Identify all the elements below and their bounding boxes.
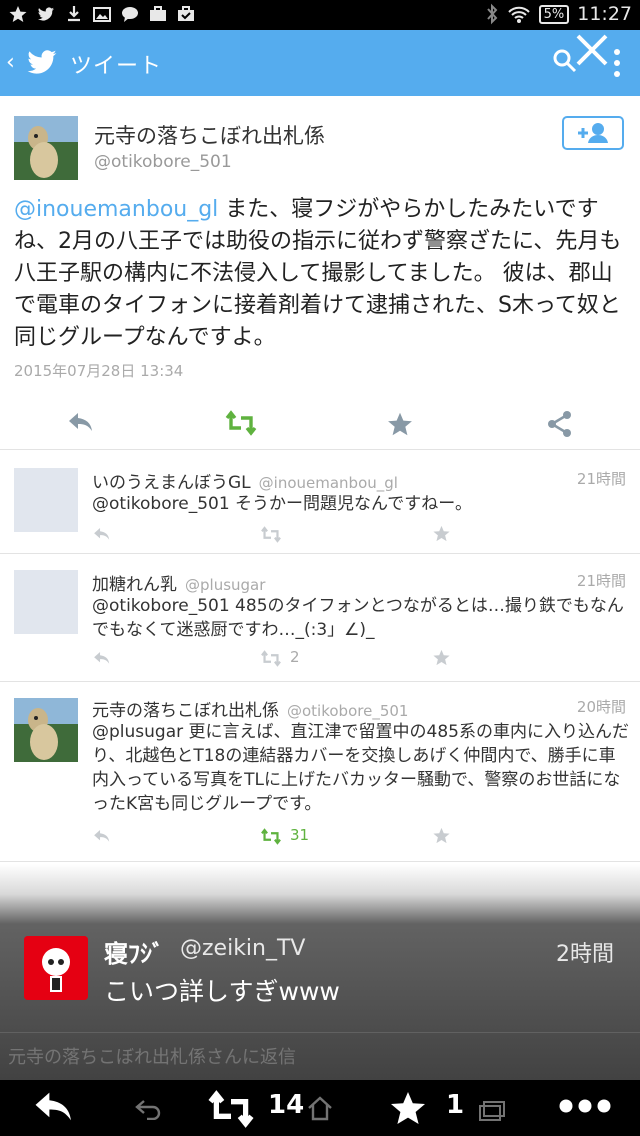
favorite-count: 1 <box>446 1090 465 1120</box>
author-name[interactable]: 元寺の落ちこぼれ出札係 <box>94 120 325 150</box>
chat-icon <box>122 7 138 22</box>
reply-input[interactable]: 元寺の落ちこぼれ出札係さんに返信 <box>0 1032 640 1080</box>
retweet-icon[interactable] <box>260 828 282 845</box>
retweet-icon[interactable] <box>204 1090 258 1128</box>
tweet-timestamp: 2015年07月28日 13:34 <box>14 362 184 380</box>
notification-text: こいつ詳しすぎwww <box>104 977 340 1006</box>
notification-avatar <box>24 936 88 1000</box>
author-handle[interactable]: @otikobore_501 <box>94 152 232 172</box>
retweet-icon[interactable] <box>260 526 282 543</box>
reply-author-name[interactable]: 元寺の落ちこぼれ出札係 <box>92 701 279 721</box>
briefcase-check-icon <box>178 6 194 21</box>
avatar[interactable] <box>14 468 78 532</box>
follow-button[interactable] <box>562 116 624 150</box>
retweet-icon[interactable] <box>260 650 282 667</box>
app-bar: ‹ ツイート <box>0 30 640 96</box>
notification-time: 2時間 <box>556 942 614 967</box>
reply-author-handle[interactable]: @inouemanbou_gl <box>259 474 398 492</box>
reply-text: @otikobore_501 485のタイフォンとつながるとは…撮り鉄でもなんで… <box>92 594 630 642</box>
notification-icons <box>8 3 196 25</box>
reply-icon[interactable] <box>92 828 112 845</box>
favorite-icon[interactable] <box>432 826 451 845</box>
reply-author-handle[interactable]: @otikobore_501 <box>287 702 408 720</box>
battery-level: 5% <box>538 4 570 24</box>
reply-author: 元寺の落ちこぼれ出札係 @otikobore_501 <box>92 696 408 721</box>
close-icon[interactable] <box>572 30 612 70</box>
mention-link[interactable]: @plusugar <box>92 722 183 742</box>
reply-icon[interactable] <box>66 410 96 436</box>
favorite-icon[interactable] <box>386 410 414 438</box>
reply-tweet[interactable]: 加糖れん乳 @plusugar 21時間 @otikobore_501 485のタ… <box>0 554 640 682</box>
back-nav-icon[interactable] <box>134 1098 164 1120</box>
home-nav-icon[interactable] <box>306 1094 334 1122</box>
wifi-icon <box>507 6 530 23</box>
reply-author-name[interactable]: いのうえまんぼうGL <box>92 473 251 493</box>
download-icon <box>68 6 80 22</box>
reply-author-handle[interactable]: @plusugar <box>185 576 265 594</box>
image-icon <box>93 7 111 22</box>
main-tweet: 元寺の落ちこぼれ出札係 @otikobore_501 @inouemanbou_… <box>0 96 640 450</box>
retweet-icon[interactable] <box>224 410 258 436</box>
twitter-icon <box>38 7 54 21</box>
retweet-count: 2 <box>290 648 300 666</box>
reply-body: そうかー問題児なんですねー。 <box>229 494 473 514</box>
mention-link[interactable]: @inouemanbou_gl <box>14 197 218 222</box>
page-title: ツイート <box>70 54 163 79</box>
notification-action-bar: 14 1 <box>0 1080 640 1136</box>
reply-placeholder: 元寺の落ちこぼれ出札係さんに返信 <box>8 1047 296 1068</box>
add-user-icon <box>578 123 608 143</box>
tweet-notification[interactable]: 寝ﾌｼﾞ @zeikin_TV 2時間 こいつ詳しすぎwww 元寺の落ちこぼれ出… <box>0 864 640 1080</box>
reply-time: 21時間 <box>576 572 626 590</box>
reply-text: @otikobore_501 そうかー問題児なんですねー。 <box>92 492 630 516</box>
mention-link[interactable]: @otikobore_501 <box>92 494 230 514</box>
clock: 11:27 <box>577 3 632 25</box>
favorite-icon[interactable] <box>432 524 451 543</box>
notification-author-name: 寝ﾌｼﾞ <box>104 940 164 968</box>
reply-time: 21時間 <box>576 470 626 488</box>
system-indicators: 5% 11:27 <box>485 3 632 25</box>
star-icon <box>9 6 27 22</box>
tweet-text: @inouemanbou_gl また、寝フジがやらかしたみたいですね、2月の八王… <box>14 194 626 354</box>
bluetooth-icon <box>486 3 497 25</box>
retweet-count: 14 <box>268 1090 305 1120</box>
reply-author: いのうえまんぼうGL @inouemanbou_gl <box>92 468 398 493</box>
share-icon[interactable] <box>546 410 574 438</box>
more-icon[interactable] <box>558 1098 612 1114</box>
tweet-actions <box>0 406 640 446</box>
status-bar: 5% 11:27 <box>0 0 640 30</box>
briefcase-icon <box>150 6 166 21</box>
reply-author: 加糖れん乳 @plusugar <box>92 570 265 595</box>
recent-apps-nav-icon[interactable] <box>478 1100 506 1122</box>
favorite-icon[interactable] <box>388 1088 428 1128</box>
back-chevron-icon[interactable]: ‹ <box>6 50 15 75</box>
reply-time: 20時間 <box>576 698 626 716</box>
avatar[interactable] <box>14 698 78 762</box>
reply-tweet[interactable]: 元寺の落ちこぼれ出札係 @otikobore_501 20時間 @plusugar… <box>0 682 640 862</box>
reply-text: @plusugar 更に言えば、直江津で留置中の485系の車内に入り込んだり、北… <box>92 720 630 816</box>
reply-icon[interactable] <box>92 526 112 543</box>
favorite-icon[interactable] <box>432 648 451 667</box>
overflow-menu-icon[interactable] <box>612 48 622 78</box>
mention-link[interactable]: @otikobore_501 <box>92 596 230 616</box>
reply-author-name[interactable]: 加糖れん乳 <box>92 575 177 595</box>
retweet-count: 31 <box>290 826 310 844</box>
reply-icon[interactable] <box>92 650 112 667</box>
avatar[interactable] <box>14 116 78 180</box>
notification-author-handle: @zeikin_TV <box>180 936 306 961</box>
twitter-bird-icon[interactable] <box>24 44 60 80</box>
reply-tweet[interactable]: いのうえまんぼうGL @inouemanbou_gl 21時間 @otikobor… <box>0 450 640 554</box>
avatar[interactable] <box>14 570 78 634</box>
reply-icon[interactable] <box>30 1088 78 1128</box>
